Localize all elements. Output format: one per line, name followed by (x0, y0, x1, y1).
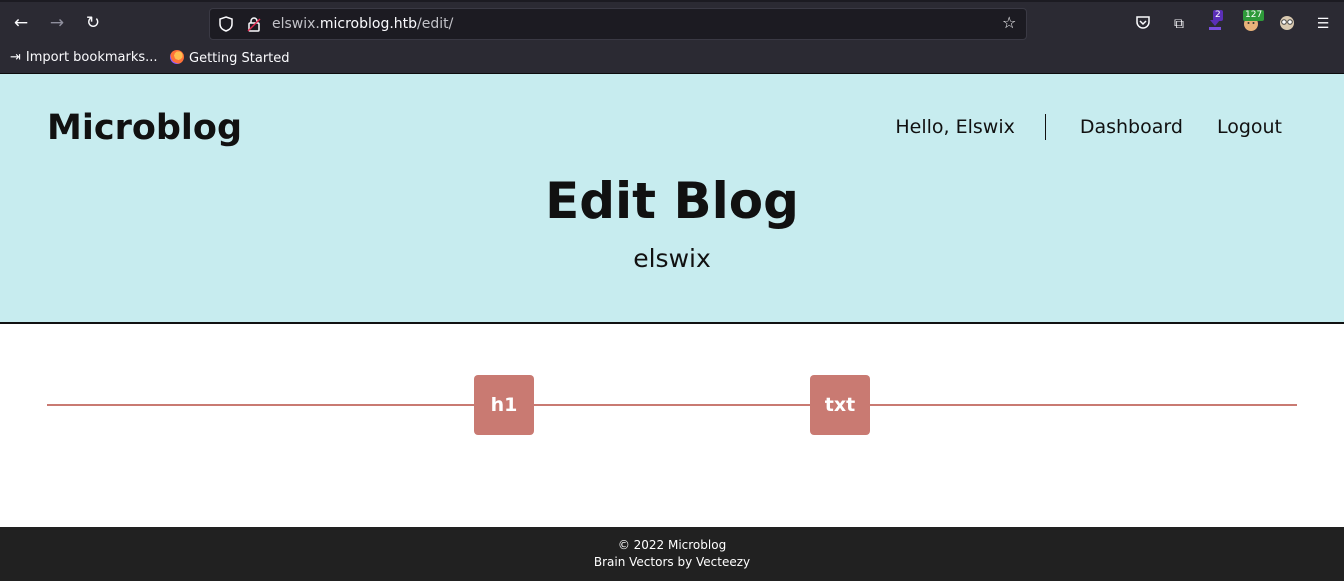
bookmark-import-label: Import bookmarks... (25, 50, 158, 65)
extension-badge-count: 2 (1213, 10, 1223, 21)
menu-icon[interactable]: ☰ (1313, 14, 1333, 34)
editor-divider-line (47, 404, 1297, 406)
bookmarks-bar: ⇥ Import bookmarks... Getting Started (0, 44, 1344, 74)
url-subdomain: elswix. (272, 16, 320, 32)
blog-name: elswix (633, 244, 711, 273)
add-text-button[interactable]: txt (810, 375, 870, 435)
browser-toolbar: ← → ↻ elswix.microblog.htb/edit/ ☆ ⧉ 2 1… (0, 0, 1344, 44)
import-icon: ⇥ (10, 50, 21, 65)
site-footer: © 2022 Microblog Brain Vectors by Vectee… (0, 527, 1344, 581)
site-brand[interactable]: Microblog (47, 108, 242, 148)
url-text[interactable]: elswix.microblog.htb/edit/ (272, 16, 453, 32)
bookmark-import[interactable]: ⇥ Import bookmarks... (10, 50, 158, 65)
url-host: microblog.htb (319, 16, 418, 32)
bookmark-star-icon[interactable]: ☆ (1002, 15, 1016, 31)
extension-badge-count: 127 (1243, 10, 1265, 21)
blog-editor: h1 txt (0, 325, 1344, 527)
footer-copyright: © 2022 Microblog (617, 538, 727, 552)
nav-divider (1044, 114, 1046, 140)
dashboard-link[interactable]: Dashboard (1080, 116, 1183, 138)
url-path: /edit/ (417, 16, 454, 32)
shield-icon[interactable] (219, 16, 233, 36)
page-title: Edit Blog (545, 172, 799, 230)
site-header: Microblog Hello, Elswix Dashboard Logout… (0, 74, 1344, 324)
add-heading-button[interactable]: h1 (474, 375, 534, 435)
bookmark-getting-started[interactable]: Getting Started (170, 50, 290, 66)
forward-icon[interactable]: → (46, 12, 68, 34)
address-bar[interactable]: elswix.microblog.htb/edit/ ☆ (209, 8, 1027, 40)
firefox-icon (170, 50, 184, 64)
extension-glasses-icon[interactable] (1277, 14, 1297, 34)
insecure-lock-icon[interactable] (247, 16, 261, 36)
logout-link[interactable]: Logout (1217, 116, 1282, 138)
extensions-icon[interactable]: ⧉ (1169, 14, 1189, 34)
site-nav: Hello, Elswix Dashboard Logout (895, 114, 1282, 140)
bookmark-getting-started-label: Getting Started (189, 51, 290, 66)
footer-credit: Brain Vectors by Vecteezy (593, 555, 751, 569)
back-icon[interactable]: ← (10, 12, 32, 34)
reload-icon[interactable]: ↻ (82, 12, 104, 34)
pocket-icon[interactable] (1133, 14, 1153, 34)
user-greeting: Hello, Elswix (895, 116, 1015, 138)
